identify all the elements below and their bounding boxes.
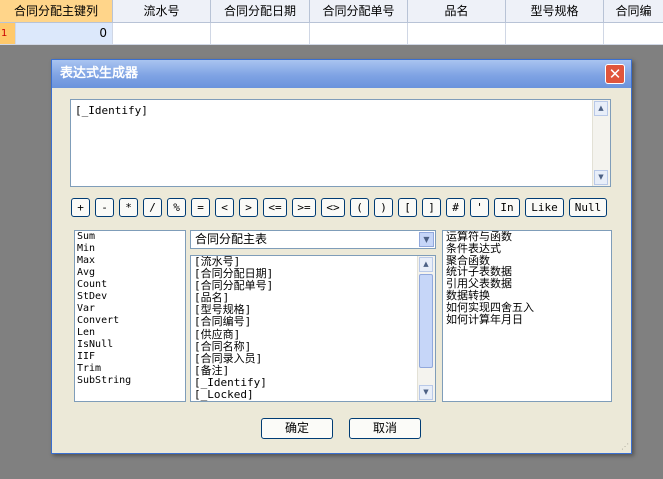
close-button[interactable]: ✕ [605, 64, 625, 84]
list-item[interactable]: IsNull [75, 339, 185, 351]
operator-button[interactable]: / [143, 198, 162, 217]
list-item[interactable]: 如何计算年月日 [443, 313, 611, 326]
scroll-down-icon[interactable]: ▼ [419, 385, 433, 400]
operator-button[interactable]: ( [350, 198, 369, 217]
expression-editor[interactable]: [_Identify] ▲ ▼ [70, 99, 611, 187]
list-item[interactable]: 条件表达式 [443, 242, 611, 255]
list-item[interactable]: Max [75, 255, 185, 267]
function-list[interactable]: Sum Min Max Avg Count StDev Var Convert … [74, 230, 186, 402]
list-item[interactable]: Convert [75, 315, 185, 327]
operator-button[interactable]: Like [525, 198, 564, 217]
ok-button[interactable]: 确定 [261, 418, 333, 439]
operator-button[interactable]: Null [569, 198, 607, 217]
scroll-up-icon[interactable]: ▲ [594, 101, 608, 116]
list-item[interactable]: Sum [75, 231, 185, 243]
operator-button[interactable]: ) [374, 198, 393, 217]
close-icon: ✕ [608, 65, 622, 83]
grid-header-cell[interactable]: 合同分配主键列 [0, 0, 113, 22]
dialog-title: 表达式生成器 [60, 66, 139, 81]
grid-header-cell[interactable]: 合同编 [604, 0, 663, 22]
operator-button[interactable]: # [446, 198, 465, 217]
expression-text[interactable]: [_Identify] [75, 104, 148, 117]
operator-button[interactable]: * [119, 198, 138, 217]
operator-button[interactable]: >= [292, 198, 316, 217]
table-cell[interactable] [310, 23, 408, 44]
table-cell[interactable]: 0 [16, 23, 113, 44]
table-select[interactable]: 合同分配主表 ▼ [190, 230, 436, 249]
list-item[interactable]: [_Locked] [191, 388, 435, 401]
operator-button[interactable]: + [71, 198, 90, 217]
list-item[interactable]: Var [75, 303, 185, 315]
operator-button[interactable]: < [215, 198, 234, 217]
field-list[interactable]: [流水号] [合同分配日期] [合同分配单号] [品名] [型号规格] [合同编… [190, 255, 436, 402]
operator-button[interactable]: = [191, 198, 210, 217]
table-cell[interactable] [506, 23, 604, 44]
row-marker[interactable]: 1 [0, 23, 16, 44]
list-item[interactable]: Min [75, 243, 185, 255]
list-item[interactable]: Count [75, 279, 185, 291]
list-item[interactable]: StDev [75, 291, 185, 303]
table-cell[interactable] [408, 23, 506, 44]
grid-header-cell[interactable]: 流水号 [113, 0, 211, 22]
grid-header: 合同分配主键列 流水号 合同分配日期 合同分配单号 品名 型号规格 合同编 [0, 0, 663, 23]
list-item[interactable]: [供应商] [191, 328, 435, 341]
operator-button[interactable]: ' [470, 198, 489, 217]
expression-builder-dialog: 表达式生成器 ✕ [_Identify] ▲ ▼ + - * / % = < >… [51, 59, 632, 454]
operator-button[interactable]: <= [263, 198, 287, 217]
scroll-thumb[interactable] [419, 274, 433, 368]
grid-header-cell[interactable]: 合同分配单号 [310, 0, 408, 22]
table-cell[interactable] [113, 23, 211, 44]
operator-button[interactable]: [ [398, 198, 417, 217]
dialog-titlebar[interactable]: 表达式生成器 ✕ [52, 60, 631, 88]
operator-button[interactable]: % [167, 198, 186, 217]
list-item[interactable]: [合同名称] [191, 340, 435, 353]
scroll-up-icon[interactable]: ▲ [419, 257, 433, 272]
operator-button[interactable]: In [494, 198, 520, 217]
list-item[interactable]: Trim [75, 363, 185, 375]
list-item[interactable]: SubString [75, 375, 185, 387]
list-item[interactable]: 数据转换 [443, 290, 611, 302]
table-cell[interactable] [604, 23, 663, 44]
list-item[interactable]: Avg [75, 267, 185, 279]
grid-header-cell[interactable]: 合同分配日期 [211, 0, 310, 22]
operator-button[interactable]: <> [321, 198, 345, 217]
table-cell[interactable] [211, 23, 310, 44]
chevron-down-icon[interactable]: ▼ [419, 232, 434, 247]
grid-header-cell[interactable]: 品名 [408, 0, 506, 22]
list-item[interactable]: Len [75, 327, 185, 339]
scroll-down-icon[interactable]: ▼ [594, 170, 608, 185]
table-row: 1 0 [0, 23, 663, 45]
table-select-value: 合同分配主表 [195, 232, 268, 246]
list-item[interactable]: 如何实现四舍五入 [443, 301, 611, 314]
operator-button[interactable]: > [239, 198, 258, 217]
data-grid: 合同分配主键列 流水号 合同分配日期 合同分配单号 品名 型号规格 合同编 1 … [0, 0, 663, 45]
operator-button[interactable]: - [95, 198, 114, 217]
operator-button[interactable]: ] [422, 198, 441, 217]
expression-scrollbar[interactable]: ▲ ▼ [592, 100, 610, 186]
list-item[interactable]: [合同编号] [191, 316, 435, 328]
field-list-scrollbar[interactable]: ▲ ▼ [417, 256, 435, 401]
list-item[interactable]: IIF [75, 351, 185, 363]
resize-grip-icon[interactable]: ⋰ [621, 442, 629, 451]
grid-header-cell[interactable]: 型号规格 [506, 0, 604, 22]
cancel-button[interactable]: 取消 [349, 418, 421, 439]
help-topic-list[interactable]: 运算符与函数 条件表达式 聚合函数 统计子表数据 引用父表数据 数据转换 如何实… [442, 230, 612, 402]
